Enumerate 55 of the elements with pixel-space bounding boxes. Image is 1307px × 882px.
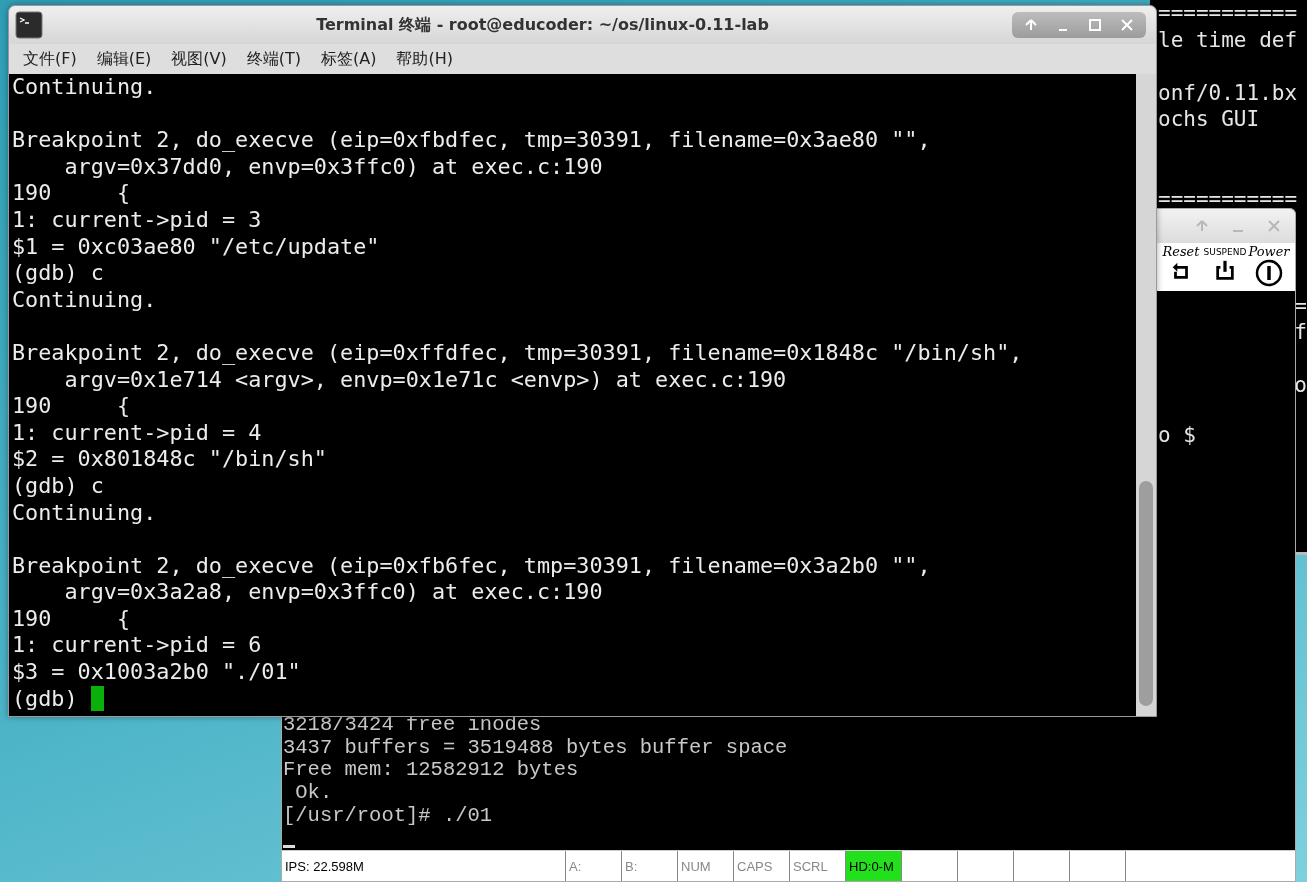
terminal-text: Continuing.: [12, 286, 157, 314]
terminal-text: (gdb) c: [12, 260, 104, 287]
terminal-text: Breakpoint 2, do_execve (eip=0xfbdfec, tmp=30391, filename=0x3ae80 "",: [12, 127, 931, 154]
terminal-text: ochs GUI: [1158, 106, 1260, 133]
restore-icon[interactable]: [1088, 18, 1102, 32]
terminal-text: Breakpoint 2, do_execve (eip=0xfb6fec, tmp=30391, filename=0x3a2b0 "",: [12, 552, 931, 580]
terminal-text: ===========: [1158, 186, 1298, 213]
status-text: IPS: 22.598M: [282, 851, 566, 881]
status-indicator: CAPS: [734, 851, 790, 881]
console-text: [/usr/root]# ./01: [283, 804, 493, 828]
menu-item[interactable]: 帮助(H): [386, 48, 463, 70]
terminal-text: 190 {: [12, 393, 131, 420]
scrollbar-thumb[interactable]: [1139, 481, 1153, 706]
terminal-text: 1: current->pid = 3: [12, 206, 262, 234]
terminal-text: o $: [1158, 423, 1196, 447]
terminal-prompt: (gdb): [12, 685, 78, 713]
terminal-text: ===========: [1158, 0, 1298, 27]
menu-item[interactable]: 终端(T): [236, 48, 311, 70]
terminal-text: le time def: [1158, 26, 1298, 54]
status-indicator: B:: [622, 851, 678, 881]
terminal-text: argv=0x37dd0, envp=0x3ffc0) at exec.c:190: [63, 153, 603, 181]
terminal-text: onf/0.11.bx: [1158, 79, 1298, 107]
terminal-text: argv=0x1e714 <argv>, envp=0x1e71c <envp>) at exec.c:190: [63, 366, 787, 394]
terminal-text: f: [1294, 319, 1307, 346]
menu-item[interactable]: 视图(V): [161, 48, 237, 70]
console-text: Ok.: [294, 781, 333, 805]
menu-item[interactable]: 编辑(E): [86, 48, 162, 70]
terminal-text: 190 {: [12, 180, 131, 207]
menu-item[interactable]: 标签(A): [311, 48, 387, 70]
terminal-text: o: [1294, 372, 1307, 399]
console-text: 3437 buffers = 3519488 bytes buffer space: [283, 736, 788, 760]
terminal-text: 1: current->pid = 4: [12, 419, 262, 447]
close-icon[interactable]: [1267, 219, 1281, 233]
terminal-text: $2 = 0x801848c "/bin/sh": [12, 446, 327, 473]
terminal-text: Continuing.: [12, 499, 157, 527]
terminal-text: 1: current->pid = 6: [12, 632, 262, 660]
terminal-icon: [15, 11, 43, 39]
console-text: Free mem: 12582912 bytes: [283, 759, 579, 782]
menu-item[interactable]: 文件(F): [13, 48, 87, 70]
window-title: Terminal 终端 - root@educoder: ~/os/linux-0.11-lab: [315, 14, 770, 36]
terminal-text: Continuing.: [12, 74, 157, 101]
status-indicator: A:: [566, 851, 622, 881]
terminal-text: $3 = 0x1003a2b0 "./01": [12, 659, 301, 686]
scrollbar[interactable]: [1136, 74, 1156, 716]
terminal-text: argv=0x3a2a8, envp=0x3ffc0) at exec.c:190: [63, 579, 603, 606]
terminal-text: Breakpoint 2, do_execve (eip=0xffdfec, tmp=30391, filename=0x1848c "/bin/sh",: [12, 339, 1023, 367]
status-indicator: HD:0-M: [846, 851, 902, 881]
terminal-text: 190 {: [12, 605, 131, 633]
text-cursor: [90, 686, 104, 712]
maximize-icon[interactable]: [1195, 219, 1209, 233]
power-icon: [1255, 259, 1283, 287]
terminal-text: (gdb) c: [12, 472, 104, 500]
suspend-icon: [1214, 259, 1236, 281]
terminal-text: $1 = 0xc03ae80 "/etc/update": [12, 233, 380, 261]
status-indicator: NUM: [678, 851, 734, 881]
